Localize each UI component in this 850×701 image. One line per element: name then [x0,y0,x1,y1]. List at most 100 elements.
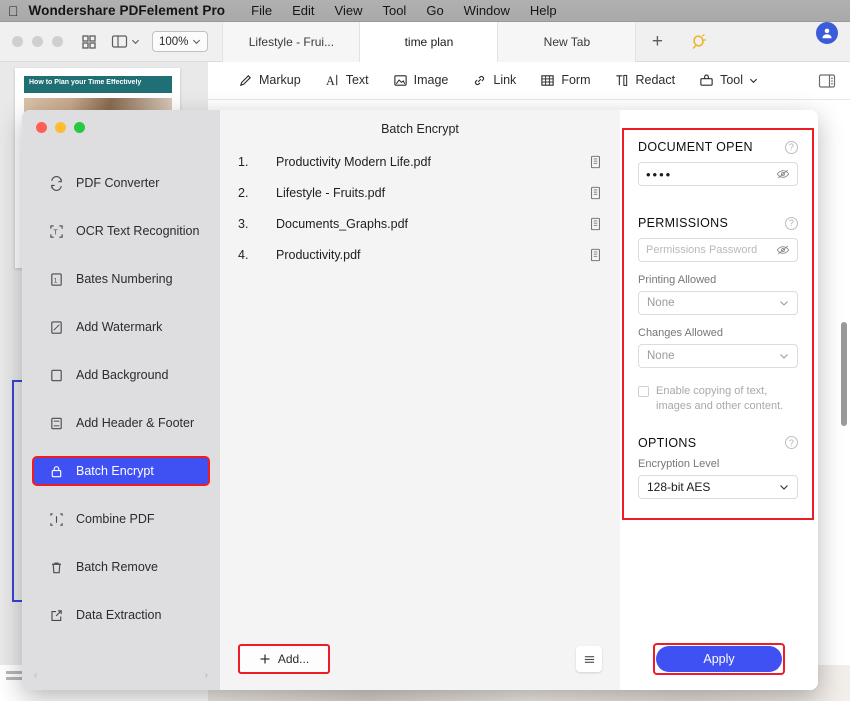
sidebar-panel-toggle[interactable] [111,34,140,49]
tab-new-tab[interactable]: New Tab [498,21,637,62]
sidebar-item-add-watermark[interactable]: Add Watermark [32,312,210,342]
question-mark-icon[interactable]: ? [785,140,798,154]
enable-copying-row[interactable]: Enable copying of text, images and other… [638,384,798,414]
dialog-center-panel: Batch Encrypt 1. Productivity Modern Lif… [220,110,620,690]
vertical-scrollbar[interactable] [841,322,847,426]
sidebar-item-combine-pdf[interactable]: Combine PDF [32,504,210,534]
permissions-heading-row: PERMISSIONS ? [638,216,798,230]
apple-logo-icon[interactable]:  [8,4,19,18]
idea-bulb-icon[interactable] [678,22,718,62]
menu-item-file[interactable]: File [241,3,282,18]
pdf-file-icon[interactable] [580,248,602,262]
dialog-zoom-button[interactable] [74,122,85,133]
close-button[interactable] [12,36,23,47]
tab-label: time plan [404,34,454,49]
sidebar-item-pdf-converter[interactable]: PDF Converter [32,168,210,198]
dialog-options-panel: DOCUMENT OPEN ? •••• PERMISSIONS ? Permi… [620,110,818,690]
minimize-button[interactable] [32,36,43,47]
pdf-file-icon[interactable] [580,217,602,231]
options-heading-row: OPTIONS ? [638,436,798,450]
new-tab-button[interactable]: + [636,22,678,62]
document-open-password-field[interactable]: •••• [638,162,798,186]
file-list-row[interactable]: 1. Productivity Modern Life.pdf [238,146,602,177]
chevron-down-icon [779,482,789,492]
file-list-row[interactable]: 3. Documents_Graphs.pdf [238,208,602,239]
eye-slash-icon[interactable] [776,244,790,256]
printing-allowed-select[interactable]: None [638,291,798,315]
dialog-minimize-button[interactable] [55,122,66,133]
svg-text:A: A [326,74,335,88]
sidebar-item-batch-encrypt[interactable]: Batch Encrypt [32,456,210,486]
file-list-row[interactable]: 2. Lifestyle - Fruits.pdf [238,177,602,208]
file-list-row[interactable]: 4. Productivity.pdf [238,239,602,270]
add-files-button[interactable]: Add... [238,644,330,674]
question-mark-icon[interactable]: ? [785,216,798,230]
ribbon-item-form[interactable]: Form [528,67,602,95]
ribbon-item-tool[interactable]: Tool [687,67,770,95]
active-app-name: Wondershare PDFelement Pro [18,3,226,18]
encryption-level-label: Encryption Level [638,457,720,470]
plus-icon [259,653,271,665]
menu-item-view[interactable]: View [325,3,373,18]
grid-view-icon[interactable] [81,34,97,50]
pdf-file-icon[interactable] [580,186,602,200]
encryption-level-select[interactable]: 128-bit AES [638,474,798,499]
sidebar-item-bates-numbering[interactable]: 1 Bates Numbering [32,264,210,294]
menu-item-window[interactable]: Window [454,3,520,18]
ribbon-item-text[interactable]: A Text [313,67,381,95]
question-mark-icon[interactable]: ? [785,436,798,450]
text-cursor-icon: A [326,74,337,88]
sidebar-item-data-extraction[interactable]: Data Extraction [32,600,210,630]
menu-item-tool[interactable]: Tool [372,3,416,18]
macos-menu-bar:  Wondershare PDFelement Pro File Edit V… [0,0,850,22]
menu-item-go[interactable]: Go [416,3,453,18]
zoom-level-selector[interactable]: 100% [152,31,209,52]
sidebar-item-add-header-footer[interactable]: Add Header & Footer [32,408,210,438]
ribbon-item-image[interactable]: Image [381,67,461,95]
user-avatar[interactable] [816,21,838,44]
scroll-hint-right: › [204,670,208,681]
sidebar-item-ocr-text-recognition[interactable]: T OCR Text Recognition [32,216,210,246]
changes-allowed-select[interactable]: None [638,344,798,368]
combine-icon [48,511,64,527]
tab-lifestyle-fruits[interactable]: Lifestyle - Frui... [222,21,361,62]
ribbon-label: Tool [720,73,744,88]
hamburger-menu-icon [583,653,596,666]
sidebar-item-label: Combine PDF [76,512,155,526]
zoom-level-value: 100% [159,35,189,48]
encryption-settings-group: DOCUMENT OPEN ? •••• PERMISSIONS ? Permi… [622,128,814,520]
editor-ribbon: Markup A Text Image Link Form Redact Too… [208,62,850,100]
ribbon-label: Text [345,73,369,88]
batch-process-dialog: PDF Converter T OCR Text Recognition 1 B… [22,110,818,690]
file-name: Documents_Graphs.pdf [276,216,409,231]
changes-allowed-value: None [647,350,675,362]
sidebar-item-batch-remove[interactable]: Batch Remove [32,552,210,582]
form-grid-icon [541,75,554,86]
zoom-button[interactable] [52,36,63,47]
right-panel-toggle[interactable] [818,73,850,89]
options-heading: OPTIONS [638,435,697,450]
ribbon-item-redact[interactable]: Redact [602,67,687,95]
menu-item-edit[interactable]: Edit [282,3,324,18]
permissions-password-field[interactable]: Permissions Password [638,238,798,262]
ribbon-item-link[interactable]: Link [460,67,528,95]
menu-item-help[interactable]: Help [520,3,567,18]
dialog-sidebar: PDF Converter T OCR Text Recognition 1 B… [22,110,220,690]
link-icon [475,75,485,86]
svg-text:T: T [53,229,58,236]
eye-slash-icon[interactable] [776,168,790,180]
enable-copying-checkbox[interactable] [638,386,649,397]
add-files-label: Add... [277,652,310,666]
list-options-button[interactable] [576,646,602,672]
dialog-close-button[interactable] [36,122,47,133]
dialog-title: Batch Encrypt [381,122,459,136]
pdf-file-icon[interactable] [580,155,602,169]
ribbon-label: Redact [635,73,676,88]
document-open-heading: DOCUMENT OPEN [638,140,753,154]
watermark-icon [48,319,64,335]
ribbon-item-markup[interactable]: Markup [226,67,313,95]
tab-time-plan[interactable]: time plan [360,21,499,62]
apply-button[interactable]: Apply [656,646,782,672]
sidebar-item-label: Add Watermark [76,320,163,334]
sidebar-item-add-background[interactable]: Add Background [32,360,210,390]
